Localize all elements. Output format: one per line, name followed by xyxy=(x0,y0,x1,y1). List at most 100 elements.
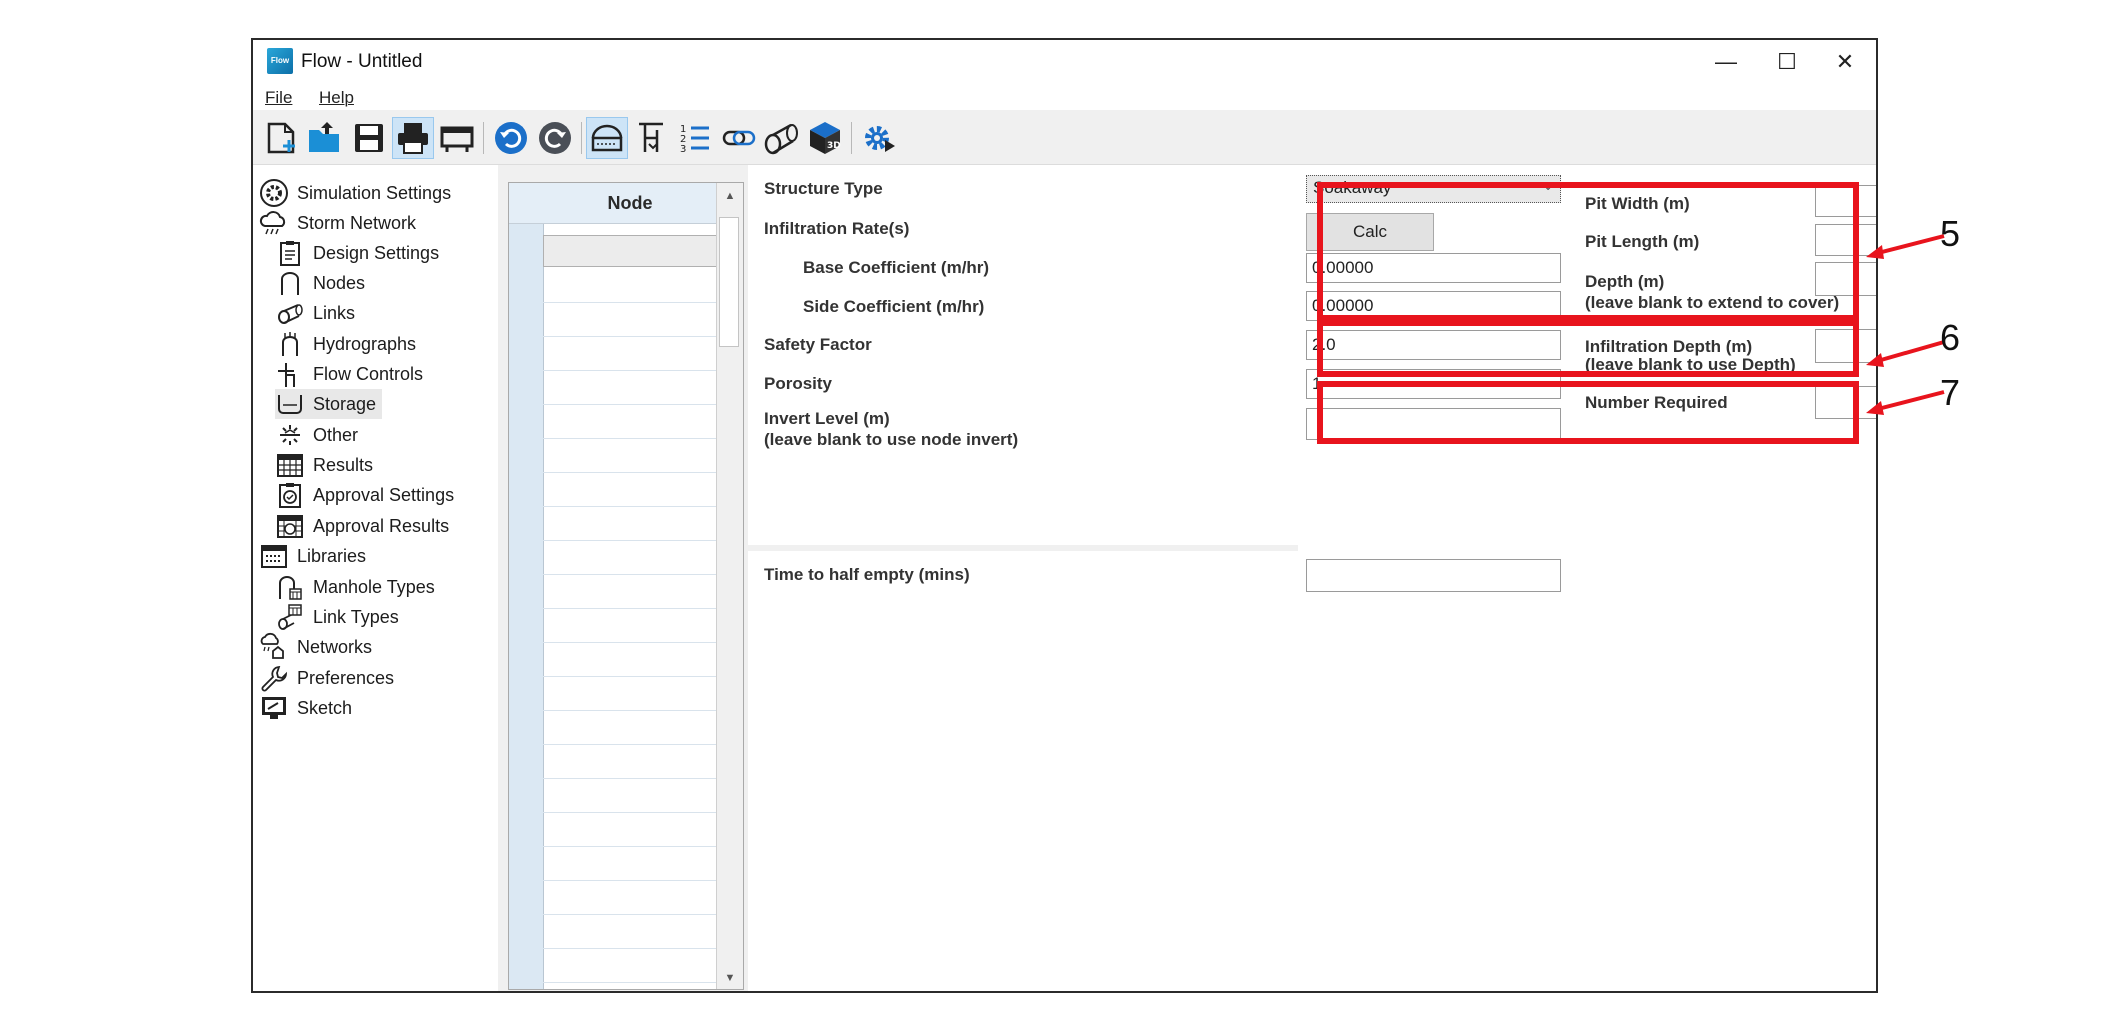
redo-icon[interactable] xyxy=(535,118,575,158)
tree-item-manhole-types[interactable]: Manhole Types xyxy=(275,572,435,602)
callout-number-6: 6 xyxy=(1940,317,1961,358)
table-row[interactable] xyxy=(543,915,717,949)
tree-item-hydrographs[interactable]: Hydrographs xyxy=(275,329,416,359)
save-icon[interactable] xyxy=(349,118,389,158)
tree-item-storm-network[interactable]: Storm Network xyxy=(259,208,416,238)
window-title: Flow - Untitled xyxy=(301,51,423,72)
tree-label: Preferences xyxy=(297,667,395,688)
table-row[interactable] xyxy=(543,541,717,575)
callout-number-5: 5 xyxy=(1940,213,1961,254)
table-row[interactable] xyxy=(543,711,717,745)
column-header-node[interactable]: Node xyxy=(543,183,717,223)
storage-view-icon[interactable] xyxy=(586,117,628,159)
link-icon[interactable] xyxy=(719,118,759,158)
tree-item-simulation-settings[interactable]: Simulation Settings xyxy=(259,178,451,208)
clipboard-icon xyxy=(280,241,300,266)
tree-item-results[interactable]: Results xyxy=(275,450,373,480)
callout-arrow-5 xyxy=(1866,234,1945,259)
menu-file[interactable]: File xyxy=(265,88,292,108)
table-row[interactable] xyxy=(543,269,717,303)
tree-label: Other xyxy=(313,424,359,445)
panel-splitter[interactable] xyxy=(498,165,508,991)
tree-label: Networks xyxy=(297,636,373,657)
undo-icon[interactable] xyxy=(491,118,531,158)
porosity-label: Porosity xyxy=(764,374,833,393)
minimize-button[interactable]: — xyxy=(1699,44,1753,80)
tree-item-flow-controls[interactable]: Flow Controls xyxy=(275,359,423,389)
settings-gear-icon[interactable] xyxy=(859,118,899,158)
table-row[interactable] xyxy=(543,949,717,983)
table-row[interactable] xyxy=(543,813,717,847)
tree-item-nodes[interactable]: Nodes xyxy=(275,268,365,298)
link-type-icon xyxy=(278,604,302,630)
tree-item-other[interactable]: Other xyxy=(275,420,358,450)
menu-help[interactable]: Help xyxy=(319,88,354,108)
scrollbar-thumb[interactable] xyxy=(719,217,739,347)
tree-item-approval-results[interactable]: Approval Results xyxy=(275,511,449,541)
grid-scrollbar[interactable]: ▲ ▼ xyxy=(716,183,743,989)
invert-level-label: Invert Level (m) xyxy=(764,409,890,428)
tree-item-approval-settings[interactable]: Approval Settings xyxy=(275,480,454,510)
table-row[interactable] xyxy=(543,371,717,405)
svg-text:3D: 3D xyxy=(827,141,841,151)
callout-arrow-7 xyxy=(1866,390,1945,415)
table-row[interactable] xyxy=(543,847,717,881)
node-cylinder-icon xyxy=(281,272,299,295)
time-to-half-empty-input[interactable] xyxy=(1306,559,1561,592)
tree-label: Links xyxy=(313,302,356,323)
table-row[interactable] xyxy=(543,235,717,267)
tree-label: Storage xyxy=(313,393,377,414)
invert-level-hint: (leave blank to use node invert) xyxy=(764,430,1019,449)
open-folder-icon[interactable] xyxy=(305,118,345,158)
scroll-up-arrow-icon[interactable]: ▲ xyxy=(717,183,743,209)
3d-box-icon[interactable]: 3D xyxy=(805,118,845,158)
table-row[interactable] xyxy=(543,507,717,541)
table-row[interactable] xyxy=(543,677,717,711)
results-table-icon xyxy=(277,454,303,477)
table-row[interactable] xyxy=(543,303,717,337)
new-file-icon[interactable] xyxy=(261,118,301,158)
tree-item-storage[interactable]: Storage xyxy=(275,389,383,419)
highlight-box-number-required xyxy=(1317,381,1859,444)
menu-bar: File Help xyxy=(253,84,1876,110)
base-coefficient-label: Base Coefficient (m/hr) xyxy=(803,258,990,277)
tree-label: Results xyxy=(313,454,374,475)
table-row[interactable] xyxy=(543,575,717,609)
time-to-half-empty-label: Time to half empty (mins) xyxy=(764,565,970,584)
tree-label: Flow Controls xyxy=(313,363,424,384)
hydrograph-icon xyxy=(282,332,298,356)
tree-label: Manhole Types xyxy=(313,576,435,597)
title-bar: Flow Flow - Untitled — ☐ ✕ xyxy=(253,40,1876,84)
approval-results-icon xyxy=(277,515,303,538)
table-row[interactable] xyxy=(543,609,717,643)
print-icon[interactable] xyxy=(392,117,434,159)
close-button[interactable]: ✕ xyxy=(1818,44,1872,80)
wrench-icon xyxy=(261,666,288,692)
approval-settings-icon xyxy=(279,483,301,508)
table-row[interactable] xyxy=(543,745,717,779)
table-row[interactable] xyxy=(543,439,717,473)
storm-cloud-icon xyxy=(259,211,286,235)
tree-item-design-settings[interactable]: Design Settings xyxy=(275,238,439,268)
flow-control-icon[interactable] xyxy=(631,118,671,158)
print-preview-icon[interactable] xyxy=(437,118,477,158)
tree-item-links[interactable]: Links xyxy=(275,298,355,328)
table-row[interactable] xyxy=(543,405,717,439)
highlight-box-pit-dimensions xyxy=(1317,182,1859,321)
numbered-list-icon[interactable]: 123 xyxy=(675,118,715,158)
table-row[interactable] xyxy=(543,779,717,813)
table-row[interactable] xyxy=(543,643,717,677)
tree-item-sketch[interactable]: Sketch xyxy=(259,693,352,723)
tree-item-preferences[interactable]: Preferences xyxy=(259,663,394,693)
tree-item-libraries[interactable]: Libraries xyxy=(259,541,366,571)
tree-item-networks[interactable]: Networks xyxy=(259,632,372,662)
tree-label: Approval Results xyxy=(313,515,450,536)
pipe-icon[interactable] xyxy=(761,118,801,158)
table-row[interactable] xyxy=(543,337,717,371)
maximize-button[interactable]: ☐ xyxy=(1760,44,1814,80)
tree-label: Approval Settings xyxy=(313,484,455,505)
table-row[interactable] xyxy=(543,881,717,915)
scroll-down-arrow-icon[interactable]: ▼ xyxy=(717,965,743,989)
tree-item-link-types[interactable]: Link Types xyxy=(275,602,399,632)
table-row[interactable] xyxy=(543,473,717,507)
